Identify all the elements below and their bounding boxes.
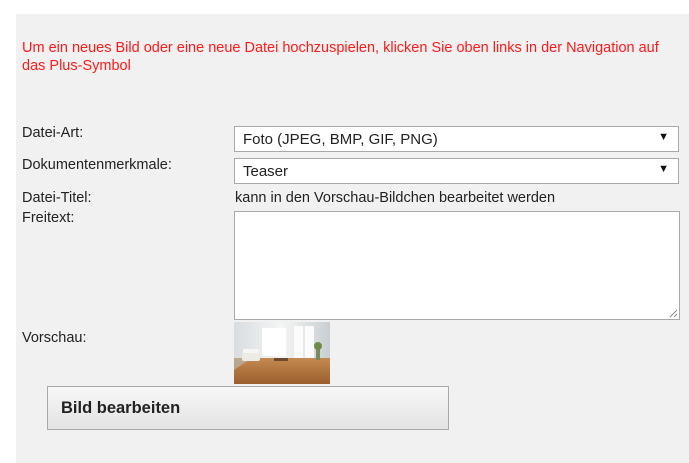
document-features-select[interactable]: Teaser ▼: [234, 158, 679, 184]
preview-label: Vorschau:: [22, 330, 87, 346]
free-text-textarea[interactable]: [234, 211, 680, 320]
file-type-label: Datei-Art:: [22, 125, 84, 141]
edit-image-button-label: Bild bearbeiten: [61, 399, 181, 417]
file-type-value: Foto (JPEG, BMP, GIF, PNG): [243, 131, 438, 148]
document-features-value: Teaser: [243, 163, 289, 180]
upload-notice: Um ein neues Bild oder eine neue Datei h…: [22, 40, 659, 74]
resize-grip-icon[interactable]: [668, 308, 678, 318]
file-type-select[interactable]: Foto (JPEG, BMP, GIF, PNG) ▼: [234, 126, 679, 152]
dropdown-arrow-icon: ▼: [658, 131, 669, 143]
file-title-label: Datei-Titel:: [22, 190, 92, 206]
free-text-label: Freitext:: [22, 210, 75, 226]
living-room-photo-thumbnail: [234, 322, 330, 384]
document-features-label: Dokumentenmerkmale:: [22, 157, 172, 173]
preview-thumbnail[interactable]: [234, 322, 330, 384]
file-title-value: kann in den Vorschau-Bildchen bearbeitet…: [235, 190, 556, 206]
edit-image-button[interactable]: Bild bearbeiten: [47, 386, 449, 430]
dropdown-arrow-icon: ▼: [658, 163, 669, 175]
